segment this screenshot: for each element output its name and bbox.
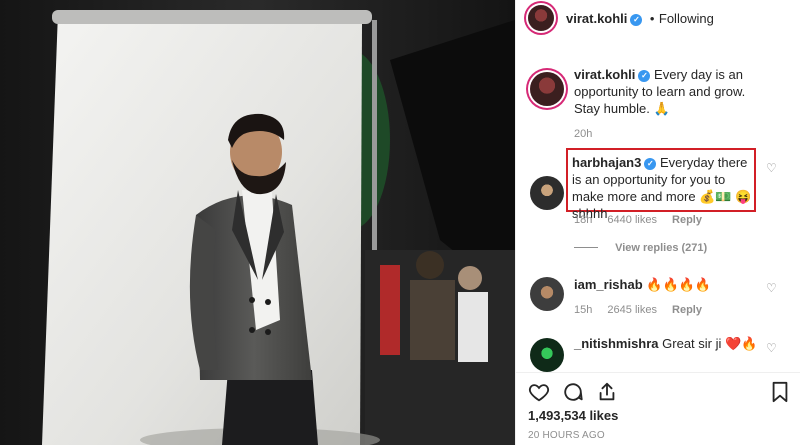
post-timestamp[interactable]: 20 HOURS AGO [528, 430, 605, 441]
comment-username[interactable]: iam_rishab [574, 277, 643, 292]
caption-username[interactable]: virat.kohli [574, 67, 635, 82]
small-heart-icon[interactable]: ♡ [766, 282, 778, 294]
commenter-avatar[interactable] [530, 338, 564, 372]
verified-badge-icon: ✓ [630, 14, 643, 26]
commenter-avatar[interactable] [530, 277, 564, 311]
reply-button[interactable]: Reply [672, 304, 702, 316]
comment-time[interactable]: 18h [574, 214, 592, 226]
comment-time[interactable]: 15h [574, 304, 592, 316]
post-details-panel: virat.kohli ✓ • Following virat.kohli ✓ Ev… [515, 0, 800, 445]
comment-username[interactable]: harbhajan3 [572, 155, 641, 170]
comment-text: Great sir ji ❤️🔥 [662, 336, 758, 351]
caption-avatar[interactable] [530, 72, 564, 106]
post-header: virat.kohli ✓ • Following [516, 0, 800, 36]
photo-image [0, 0, 515, 445]
comment-text: 🔥🔥🔥🔥 [646, 277, 712, 292]
likes-count[interactable]: 1,493,534 likes [528, 408, 618, 423]
heart-icon[interactable] [528, 381, 550, 408]
view-replies-link[interactable]: View replies (271) [615, 242, 707, 254]
replies-divider [574, 247, 598, 248]
small-heart-icon[interactable]: ♡ [766, 162, 778, 174]
author-username[interactable]: virat.kohli [566, 11, 627, 26]
verified-badge-icon: ✓ [638, 70, 651, 82]
action-bar [516, 372, 800, 408]
commenter-avatar[interactable] [530, 176, 564, 210]
follow-separator: • [649, 11, 655, 26]
author-avatar[interactable] [528, 5, 554, 31]
reply-button[interactable]: Reply [672, 214, 702, 226]
following-button[interactable]: Following [659, 11, 714, 26]
bookmark-icon[interactable] [770, 381, 790, 408]
comment-likes[interactable]: 2645 likes [607, 304, 657, 316]
caption-time[interactable]: 20h [574, 128, 592, 140]
small-heart-icon[interactable]: ♡ [766, 342, 778, 354]
verified-badge-icon: ✓ [644, 158, 657, 170]
comment-icon[interactable] [562, 381, 584, 408]
comment-likes[interactable]: 6440 likes [607, 214, 657, 226]
share-icon[interactable] [596, 381, 618, 408]
post-photo[interactable] [0, 0, 515, 445]
comment-username[interactable]: _nitishmishra [574, 336, 659, 351]
